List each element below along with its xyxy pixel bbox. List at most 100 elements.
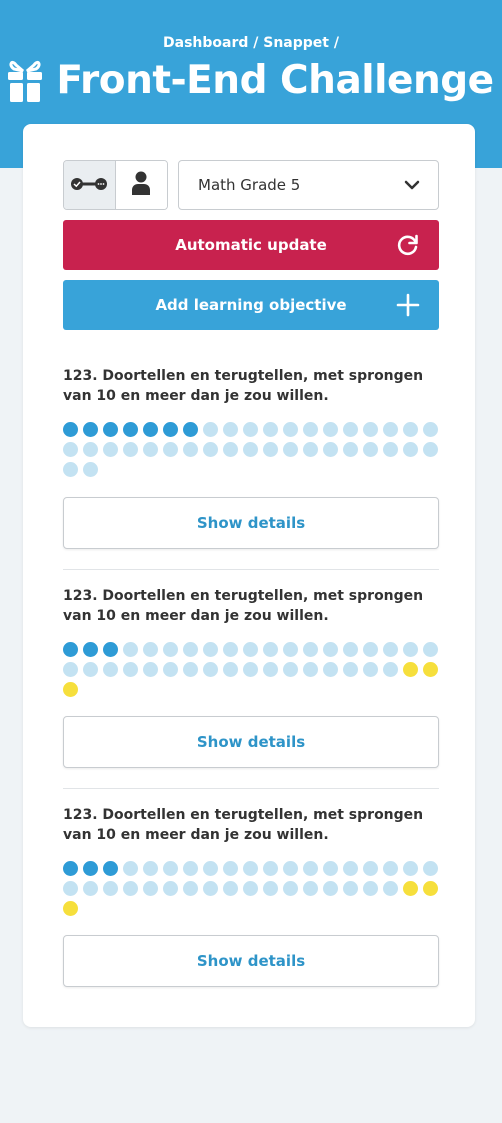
progress-dot	[403, 881, 418, 896]
progress-dot	[103, 422, 118, 437]
progress-dot	[163, 662, 178, 677]
progress-dot	[143, 442, 158, 457]
progress-dot	[123, 861, 138, 876]
plus-icon	[396, 293, 420, 321]
refresh-icon	[396, 233, 420, 261]
progress-dot	[143, 861, 158, 876]
progress-dot	[223, 422, 238, 437]
objective-item: 123. Doortellen en terugtellen, met spro…	[63, 805, 439, 987]
progress-dot	[383, 881, 398, 896]
progress-dot	[183, 642, 198, 657]
progress-dot	[83, 442, 98, 457]
progress-dot	[183, 442, 198, 457]
progress-dot	[343, 662, 358, 677]
progress-dot	[103, 881, 118, 896]
show-details-button[interactable]: Show details	[63, 716, 439, 768]
page-title: Front-End Challenge	[56, 58, 494, 103]
progress-dot	[323, 662, 338, 677]
progress-dot	[363, 662, 378, 677]
progress-dot	[263, 662, 278, 677]
progress-dot	[303, 861, 318, 876]
progress-dot	[363, 422, 378, 437]
progress-dot	[323, 881, 338, 896]
objective-title: 123. Doortellen en terugtellen, met spro…	[63, 586, 439, 626]
progress-dot	[163, 422, 178, 437]
divider	[63, 569, 439, 570]
progress-dot	[63, 682, 78, 697]
progress-dot	[343, 881, 358, 896]
objective-title-line: 123. Doortellen en terugtellen, met spro…	[63, 368, 424, 384]
controls-row: Math Grade 5	[63, 160, 439, 210]
progress-dot	[243, 442, 258, 457]
progress-dot	[403, 662, 418, 677]
objective-title-line: 123. Doortellen en terugtellen, met spro…	[63, 807, 424, 823]
progress-dot	[163, 861, 178, 876]
progress-dot	[383, 662, 398, 677]
gift-icon	[8, 59, 43, 103]
progress-dot	[223, 642, 238, 657]
progress-dot	[63, 462, 78, 477]
progress-dot	[243, 881, 258, 896]
progress-dot	[323, 861, 338, 876]
progress-dot	[63, 642, 78, 657]
progress-view-button[interactable]	[64, 161, 116, 209]
progress-dot	[263, 642, 278, 657]
objective-title: 123. Doortellen en terugtellen, met spro…	[63, 805, 439, 845]
progress-dot	[343, 861, 358, 876]
progress-dot	[283, 442, 298, 457]
objective-title-line: van 10 en meer dan je zou willen.	[63, 388, 329, 404]
progress-dot	[103, 861, 118, 876]
progress-dot	[163, 881, 178, 896]
progress-dot	[83, 462, 98, 477]
breadcrumb: Dashboard / Snappet /	[163, 35, 339, 51]
progress-dot	[143, 662, 158, 677]
progress-dot	[263, 861, 278, 876]
progress-dots	[63, 422, 443, 482]
progress-dot	[223, 662, 238, 677]
progress-dot	[143, 422, 158, 437]
divider	[63, 788, 439, 789]
progress-dot	[83, 662, 98, 677]
person-icon	[132, 171, 151, 199]
student-view-button[interactable]	[115, 161, 167, 209]
progress-dot	[303, 642, 318, 657]
progress-dot	[63, 881, 78, 896]
automatic-update-button[interactable]: Automatic update	[63, 220, 439, 270]
automatic-update-label: Automatic update	[175, 236, 327, 254]
progress-dot	[383, 442, 398, 457]
progress-dot	[203, 642, 218, 657]
progress-dot	[63, 422, 78, 437]
progress-dot	[223, 881, 238, 896]
progress-dot	[203, 662, 218, 677]
progress-dot	[123, 442, 138, 457]
view-toggle	[63, 160, 168, 210]
add-learning-objective-button[interactable]: Add learning objective	[63, 280, 439, 330]
progress-dot	[363, 861, 378, 876]
progress-dot	[423, 642, 438, 657]
progress-dots	[63, 642, 443, 702]
subject-select-value: Math Grade 5	[198, 176, 301, 194]
progress-dot	[203, 422, 218, 437]
subject-select[interactable]: Math Grade 5	[178, 160, 439, 210]
progress-dot	[403, 642, 418, 657]
progress-dot	[303, 422, 318, 437]
progress-dot	[123, 422, 138, 437]
progress-dot	[263, 442, 278, 457]
progress-dot	[303, 662, 318, 677]
progress-icon	[70, 176, 108, 195]
progress-dot	[303, 881, 318, 896]
show-details-button[interactable]: Show details	[63, 497, 439, 549]
progress-dot	[63, 861, 78, 876]
progress-dot	[283, 642, 298, 657]
progress-dot	[263, 422, 278, 437]
progress-dot	[343, 442, 358, 457]
progress-dot	[423, 881, 438, 896]
progress-dot	[423, 422, 438, 437]
progress-dot	[203, 881, 218, 896]
progress-dot	[423, 662, 438, 677]
progress-dot	[123, 642, 138, 657]
progress-dot	[403, 861, 418, 876]
progress-dot	[203, 861, 218, 876]
show-details-button[interactable]: Show details	[63, 935, 439, 987]
progress-dot	[323, 642, 338, 657]
